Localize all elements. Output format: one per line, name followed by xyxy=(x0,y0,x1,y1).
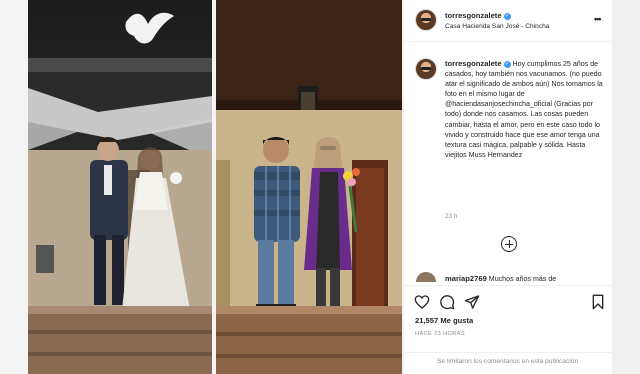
commenter-username[interactable]: mariap2769 xyxy=(445,274,487,283)
post-location-link[interactable]: Casa Hacienda San José - Chincha xyxy=(445,23,549,30)
more-horizontal-icon[interactable]: ••• xyxy=(594,14,602,24)
bookmark-icon[interactable] xyxy=(590,294,606,310)
post-header: torresgonzalete ✓ Casa Hacienda San José … xyxy=(404,0,613,42)
post-timestamp[interactable]: HACE 23 HORAS xyxy=(415,331,465,337)
post-caption: torresgonzalete ✓ Hoy cumplimos 25 años d… xyxy=(445,59,605,160)
anniversary-photo-illustration xyxy=(216,0,402,374)
paper-plane-icon[interactable] xyxy=(464,294,480,310)
comments-limited-notice: Se limitaron los comentarios en esta pub… xyxy=(404,352,613,365)
author-username-link[interactable]: torresgonzalete ✓ xyxy=(445,11,511,20)
verified-badge-icon: ✓ xyxy=(503,13,511,20)
author-avatar[interactable] xyxy=(415,9,437,31)
caption-text: Hoy cumplimos 25 años de casados, hoy ta… xyxy=(445,60,603,159)
author-username[interactable]: torresgonzalete xyxy=(445,11,502,20)
plus-circle-icon[interactable] xyxy=(501,236,517,252)
like-count[interactable]: 21,557 Me gusta xyxy=(415,316,473,325)
page-background-edge xyxy=(612,0,640,374)
heart-icon[interactable] xyxy=(414,294,430,310)
caption-author-avatar[interactable] xyxy=(415,58,437,80)
comment-bubble-icon[interactable] xyxy=(439,294,455,310)
wedding-photo-illustration xyxy=(28,0,212,374)
caption-timestamp[interactable]: 23 h xyxy=(445,213,457,220)
anniversary-photo-2021 xyxy=(216,0,402,374)
caption-author-username[interactable]: torresgonzalete xyxy=(445,59,502,68)
comment-item: mariap2769 Muchos años más de xyxy=(445,274,610,284)
verified-badge-icon: ✓ xyxy=(503,61,511,68)
wedding-photo-1996 xyxy=(28,0,212,374)
comment-text: Muchos años más de xyxy=(488,275,557,283)
commenter-avatar[interactable] xyxy=(416,272,436,282)
post-actions-section: 21,557 Me gusta HACE 23 HORAS Se limitar… xyxy=(404,285,613,374)
post-photo-collage[interactable] xyxy=(0,0,408,374)
post-details-panel: torresgonzalete ✓ Casa Hacienda San José … xyxy=(403,0,613,374)
